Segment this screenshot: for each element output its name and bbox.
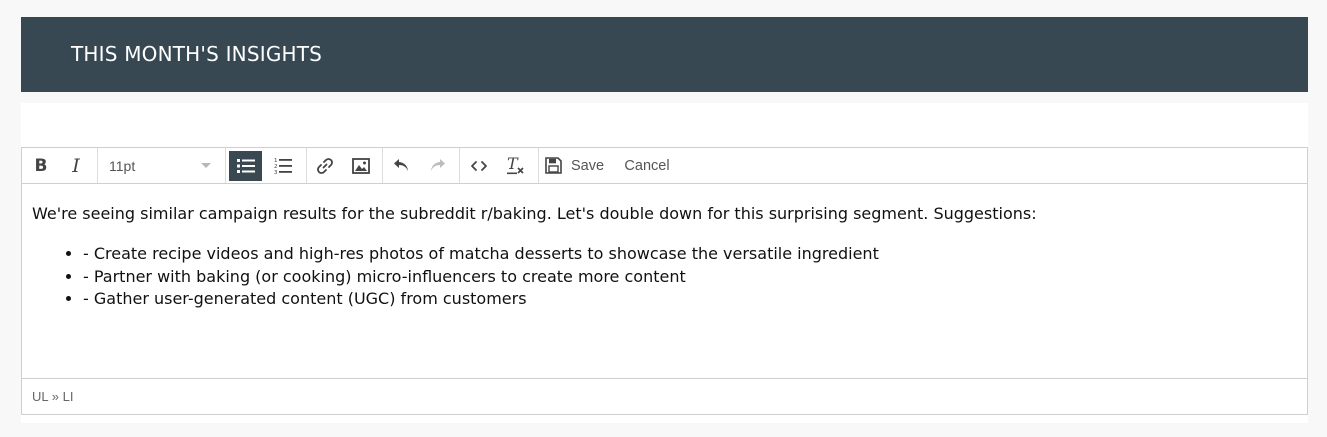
image-button[interactable] <box>346 148 376 183</box>
redo-button[interactable] <box>422 148 452 183</box>
bullet-list-button[interactable] <box>229 151 262 181</box>
bold-button[interactable]: B <box>30 148 52 183</box>
save-button[interactable]: Save <box>545 148 609 183</box>
toolbar-divider <box>459 148 460 183</box>
editor-toolbar: B I 11pt 1 2 3 T Save Cancel <box>22 148 1307 184</box>
font-size-select[interactable]: 11pt <box>98 148 225 183</box>
toolbar-divider <box>306 148 307 183</box>
toolbar-divider <box>225 148 226 183</box>
link-icon <box>317 157 333 174</box>
toolbar-divider <box>382 148 383 183</box>
list-item: - Create recipe videos and high-res phot… <box>83 243 1307 266</box>
font-size-value: 11pt <box>109 157 136 174</box>
element-path: UL » LI <box>32 389 74 404</box>
suggestion-list: - Create recipe videos and high-res phot… <box>32 243 1307 311</box>
clear-formatting-button[interactable]: T <box>500 148 532 183</box>
clear-formatting-icon: T <box>507 156 524 175</box>
undo-icon <box>393 159 408 171</box>
numbered-list-icon: 1 2 3 <box>274 158 292 174</box>
insights-header: THIS MONTH'S INSIGHTS <box>21 17 1308 92</box>
list-item: - Gather user-generated content (UGC) fr… <box>83 288 1307 311</box>
chevron-down-icon <box>201 163 211 168</box>
save-label: Save <box>571 157 605 174</box>
link-button[interactable] <box>310 148 340 183</box>
list-item: - Partner with baking (or cooking) micro… <box>83 266 1307 289</box>
save-icon <box>545 157 562 174</box>
undo-button[interactable] <box>386 148 416 183</box>
source-code-button[interactable] <box>463 148 495 183</box>
page-title: THIS MONTH'S INSIGHTS <box>71 42 323 66</box>
redo-icon <box>430 159 445 171</box>
italic-button[interactable]: I <box>65 148 87 183</box>
numbered-list-button[interactable]: 1 2 3 <box>268 148 298 183</box>
bullet-list-icon <box>236 159 255 173</box>
image-icon <box>352 157 370 174</box>
toolbar-divider <box>538 148 539 183</box>
insight-paragraph: We're seeing similar campaign results fo… <box>32 204 1037 223</box>
svg-text:3: 3 <box>274 170 278 174</box>
cancel-button[interactable]: Cancel <box>619 148 675 183</box>
code-icon <box>471 160 487 171</box>
editor-content[interactable]: We're seeing similar campaign results fo… <box>22 185 1307 378</box>
svg-text:T: T <box>507 156 519 173</box>
cancel-label: Cancel <box>624 157 670 174</box>
italic-icon: I <box>72 154 80 177</box>
rich-text-editor: B I 11pt 1 2 3 T Save Cancel We're seein… <box>21 147 1308 415</box>
element-path-statusbar: UL » LI <box>22 378 1307 414</box>
bold-icon: B <box>34 155 48 176</box>
